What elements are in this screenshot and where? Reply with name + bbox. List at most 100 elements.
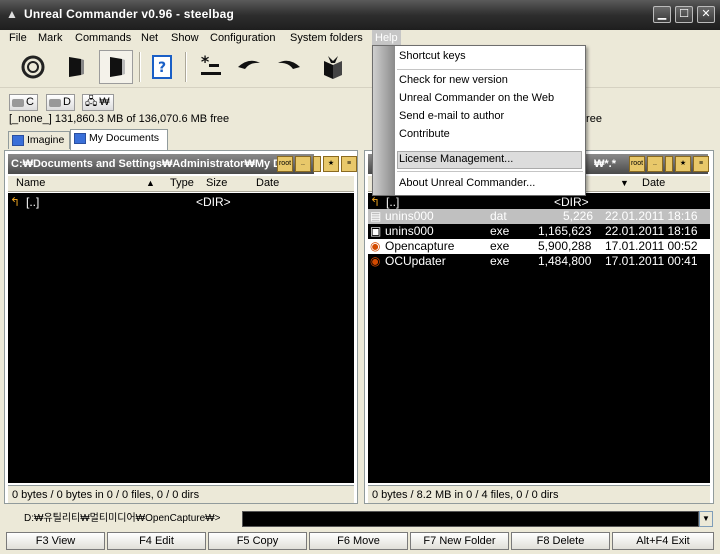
menu-configuration[interactable]: Configuration: [207, 30, 278, 46]
menu-gutter: [373, 46, 395, 195]
favorite-icon[interactable]: ★: [323, 156, 339, 172]
svg-text:?: ?: [158, 60, 166, 76]
drive-label: C: [26, 96, 34, 108]
network-label: ₩: [99, 96, 110, 108]
wildcard-select-icon[interactable]: *: [192, 50, 226, 84]
minimize-button[interactable]: ▁: [653, 6, 671, 23]
tab-label: My Documents: [89, 132, 160, 144]
file-ext: exe: [490, 239, 510, 253]
column-name[interactable]: Name: [16, 177, 45, 189]
drive-d-button[interactable]: D: [46, 94, 75, 111]
file-name: [..]: [26, 195, 40, 209]
menu-bar: File Mark Commands Net Show Configuratio…: [0, 30, 720, 46]
updater-icon: ◉: [370, 254, 381, 268]
menu-show[interactable]: Show: [168, 30, 202, 46]
file-name: [..]: [386, 195, 400, 209]
right-path-text: ₩*.*: [594, 158, 616, 170]
root-folder-icon[interactable]: root: [277, 156, 293, 172]
file-name: unins000: [385, 224, 434, 238]
spacer: [313, 156, 321, 172]
up-arrow-icon: ↰: [370, 195, 381, 209]
drive-icon: [49, 98, 61, 107]
close-button[interactable]: ✕: [697, 6, 715, 23]
folder-icon: [12, 135, 24, 146]
right-status-bar: 0 bytes / 8.2 MB in 0 / 4 files, 0 / 0 d…: [368, 485, 710, 503]
f4-edit-button[interactable]: F4 Edit: [107, 532, 206, 550]
gift-box-icon[interactable]: [316, 50, 350, 84]
menu-separator: [397, 171, 583, 172]
sort-arrow-icon: ▲: [146, 178, 155, 188]
left-path-icons: root .. ★ ≡: [277, 156, 357, 172]
table-row[interactable]: ↰ [..] <DIR>: [8, 195, 354, 210]
history-icon[interactable]: ≡: [341, 156, 357, 172]
drive-icon: [12, 98, 24, 107]
file-name: unins000: [385, 209, 434, 223]
file-size: <DIR>: [554, 195, 589, 209]
up-folder-icon[interactable]: ..: [295, 156, 311, 172]
network-icon: 🖧: [85, 96, 98, 108]
chevron-down-icon[interactable]: ▼: [699, 511, 713, 527]
menu-help[interactable]: Help: [372, 30, 401, 46]
table-row[interactable]: ▤ unins000 dat 5,226 22.01.2011 18:16: [368, 209, 710, 224]
menu-item-email[interactable]: Send e-mail to author: [399, 108, 504, 125]
installer-icon: ▣: [370, 224, 382, 238]
menu-item-shortcut-keys[interactable]: Shortcut keys: [399, 48, 466, 65]
table-row[interactable]: ↰ [..] <DIR>: [368, 195, 710, 210]
table-row[interactable]: ▣ unins000 exe 1,165,623 22.01.2011 18:1…: [368, 224, 710, 239]
file-name: OCUpdater: [385, 254, 446, 268]
menu-file[interactable]: File: [6, 30, 30, 46]
sort-arrow-icon: ▼: [620, 178, 629, 188]
menu-system-folders[interactable]: System folders: [287, 30, 366, 46]
drive-c-button[interactable]: C: [9, 94, 38, 111]
column-type[interactable]: Type: [170, 177, 194, 189]
window-title: Unreal Commander v0.96 - steelbag: [24, 7, 235, 21]
column-date[interactable]: Date: [642, 177, 665, 189]
history-icon[interactable]: ≡: [693, 156, 709, 172]
file-size: 1,484,800: [538, 254, 592, 268]
network-drive-button[interactable]: 🖧 ₩: [82, 94, 114, 111]
left-drive-info: [_none_] 131,860.3 MB of 136,070.6 MB fr…: [9, 113, 230, 125]
menu-mark[interactable]: Mark: [35, 30, 65, 46]
menu-commands[interactable]: Commands: [72, 30, 134, 46]
maximize-button[interactable]: ☐: [675, 6, 693, 23]
tab-my-documents[interactable]: My Documents: [70, 129, 168, 150]
menu-item-web[interactable]: Unreal Commander on the Web: [399, 90, 554, 107]
arrow-right-icon[interactable]: [272, 50, 306, 84]
spiral-icon[interactable]: [16, 50, 50, 84]
menu-item-check-version[interactable]: Check for new version: [399, 72, 508, 89]
file-size: 1,165,623: [538, 224, 592, 238]
svg-text:*: *: [201, 53, 210, 71]
panel-left-icon[interactable]: [58, 50, 92, 84]
f3-view-button[interactable]: F3 View: [6, 532, 105, 550]
menu-separator: [397, 69, 583, 70]
file-ext: exe: [490, 224, 510, 238]
menu-item-license[interactable]: License Management...: [399, 151, 513, 168]
column-date[interactable]: Date: [256, 177, 279, 189]
up-folder-icon[interactable]: ..: [647, 156, 663, 172]
menu-item-contribute[interactable]: Contribute: [399, 126, 450, 143]
help-book-icon[interactable]: ?: [145, 50, 179, 84]
right-path-icons: root .. ★ ≡: [629, 156, 709, 172]
root-folder-icon[interactable]: root: [629, 156, 645, 172]
arrow-left-icon[interactable]: [232, 50, 266, 84]
table-row-cursor[interactable]: ◉ Opencapture exe 5,900,288 17.01.2011 0…: [368, 239, 710, 254]
tab-imagine[interactable]: Imagine: [8, 131, 70, 149]
f5-copy-button[interactable]: F5 Copy: [208, 532, 307, 550]
favorite-icon[interactable]: ★: [675, 156, 691, 172]
left-file-list[interactable]: ↰ [..] <DIR>: [8, 193, 354, 483]
right-panel: ₩*.* root .. ★ ≡ ▼ Date ↰ [..] <DIR> ▤ u…: [364, 150, 714, 504]
command-prompt: D:₩유틸리티₩멀티미디어₩OpenCapture₩>: [24, 513, 221, 524]
panel-right-icon[interactable]: [99, 50, 133, 84]
right-file-list[interactable]: ↰ [..] <DIR> ▤ unins000 dat 5,226 22.01.…: [368, 193, 710, 483]
f8-delete-button[interactable]: F8 Delete: [511, 532, 610, 550]
exit-button[interactable]: Alt+F4 Exit: [612, 532, 714, 550]
menu-item-about[interactable]: About Unreal Commander...: [399, 175, 535, 192]
app-icon: ▲: [6, 7, 18, 21]
table-row[interactable]: ◉ OCUpdater exe 1,484,800 17.01.2011 00:…: [368, 254, 710, 269]
f7-new-folder-button[interactable]: F7 New Folder: [410, 532, 509, 550]
column-size[interactable]: Size: [206, 177, 227, 189]
menu-net[interactable]: Net: [138, 30, 161, 46]
command-input[interactable]: [242, 511, 699, 527]
f6-move-button[interactable]: F6 Move: [309, 532, 408, 550]
left-path-bar[interactable]: C:₩Documents and Settings₩Administrator₩…: [8, 154, 314, 174]
